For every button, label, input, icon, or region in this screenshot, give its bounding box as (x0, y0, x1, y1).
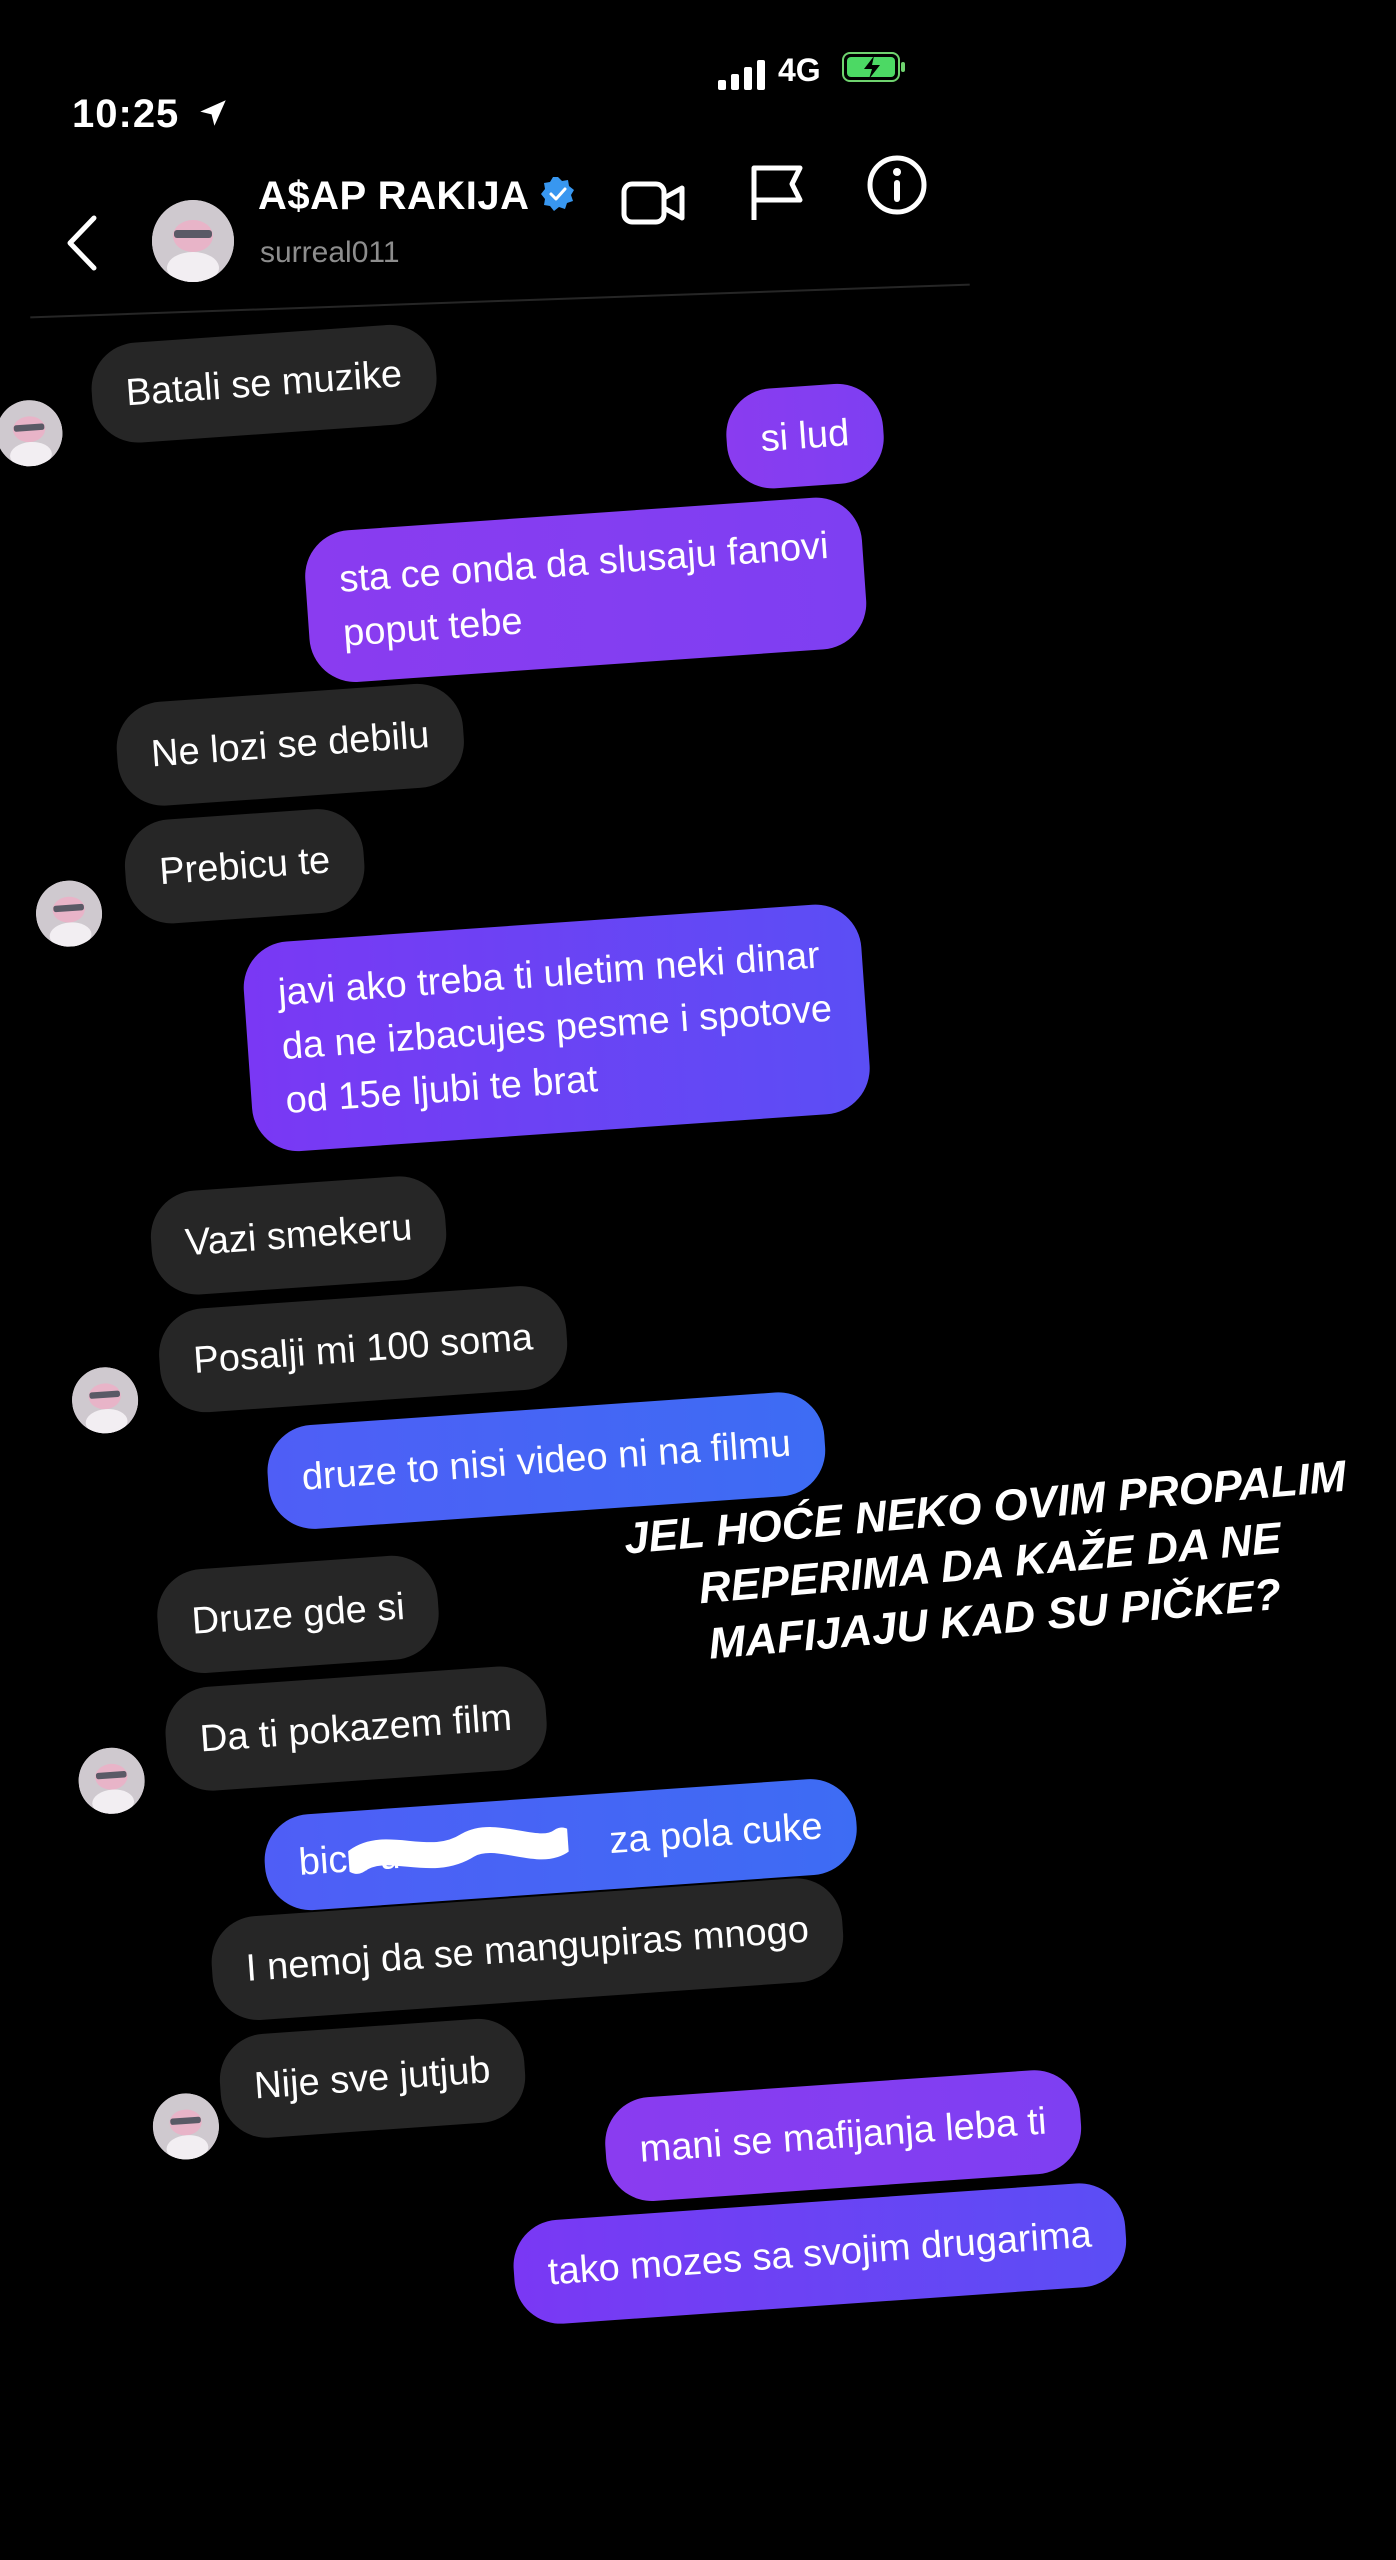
avatar-image (0, 398, 65, 469)
contact-username[interactable]: surreal011 (260, 236, 400, 270)
info-icon[interactable] (864, 152, 930, 218)
avatar-image (76, 1745, 147, 1816)
profile-avatar[interactable] (152, 200, 234, 282)
message-outgoing[interactable]: tako mozes sa svojim drugarima (510, 2180, 1130, 2327)
flag-icon[interactable] (744, 160, 810, 226)
contact-name[interactable]: A$AP RAKIJA (258, 174, 530, 219)
message-incoming[interactable]: Posalji mi 100 soma (156, 1283, 571, 1416)
video-call-icon[interactable] (620, 170, 686, 236)
avatar-image (150, 2091, 222, 2162)
message-outgoing[interactable]: mani se mafijanja leba ti (602, 2067, 1084, 2205)
status-time: 10:25 (72, 92, 180, 136)
signal-bars-icon (718, 60, 765, 90)
message-outgoing[interactable]: sta ce onda da slusaju fanovi poput tebe (302, 494, 870, 686)
sender-avatar[interactable] (0, 398, 65, 469)
sender-avatar[interactable] (150, 2091, 222, 2162)
avatar-image (69, 1365, 141, 1436)
avatar-image (152, 200, 234, 282)
chevron-left-icon[interactable] (64, 214, 100, 272)
message-incoming[interactable]: Vazi smekeru (147, 1173, 450, 1298)
message-incoming[interactable]: Nije sve jutjub (216, 2015, 528, 2141)
battery-charging-icon (842, 52, 905, 82)
verified-badge-icon (541, 177, 574, 211)
message-outgoing[interactable]: si lud (723, 380, 887, 492)
message-incoming[interactable]: Ne lozi se debilu (113, 680, 467, 809)
avatar-image (33, 878, 105, 949)
message-incoming[interactable]: Da ti pokazem film (162, 1663, 550, 1794)
message-incoming[interactable]: Prebicu te (121, 806, 368, 927)
message-incoming[interactable]: Batali se muzike (88, 321, 440, 446)
location-arrow-icon (200, 100, 226, 126)
message-thread[interactable]: Batali se muzike si lud sta ce onda da s… (0, 240, 1396, 2432)
sender-avatar[interactable] (76, 1745, 147, 1816)
message-outgoing[interactable]: javi ako treba ti uletim neki dinar da n… (240, 901, 874, 1155)
sender-avatar[interactable] (69, 1365, 141, 1436)
network-type: 4G (778, 52, 821, 88)
message-incoming[interactable]: Druze gde si (154, 1552, 443, 1677)
sender-avatar[interactable] (33, 878, 105, 949)
